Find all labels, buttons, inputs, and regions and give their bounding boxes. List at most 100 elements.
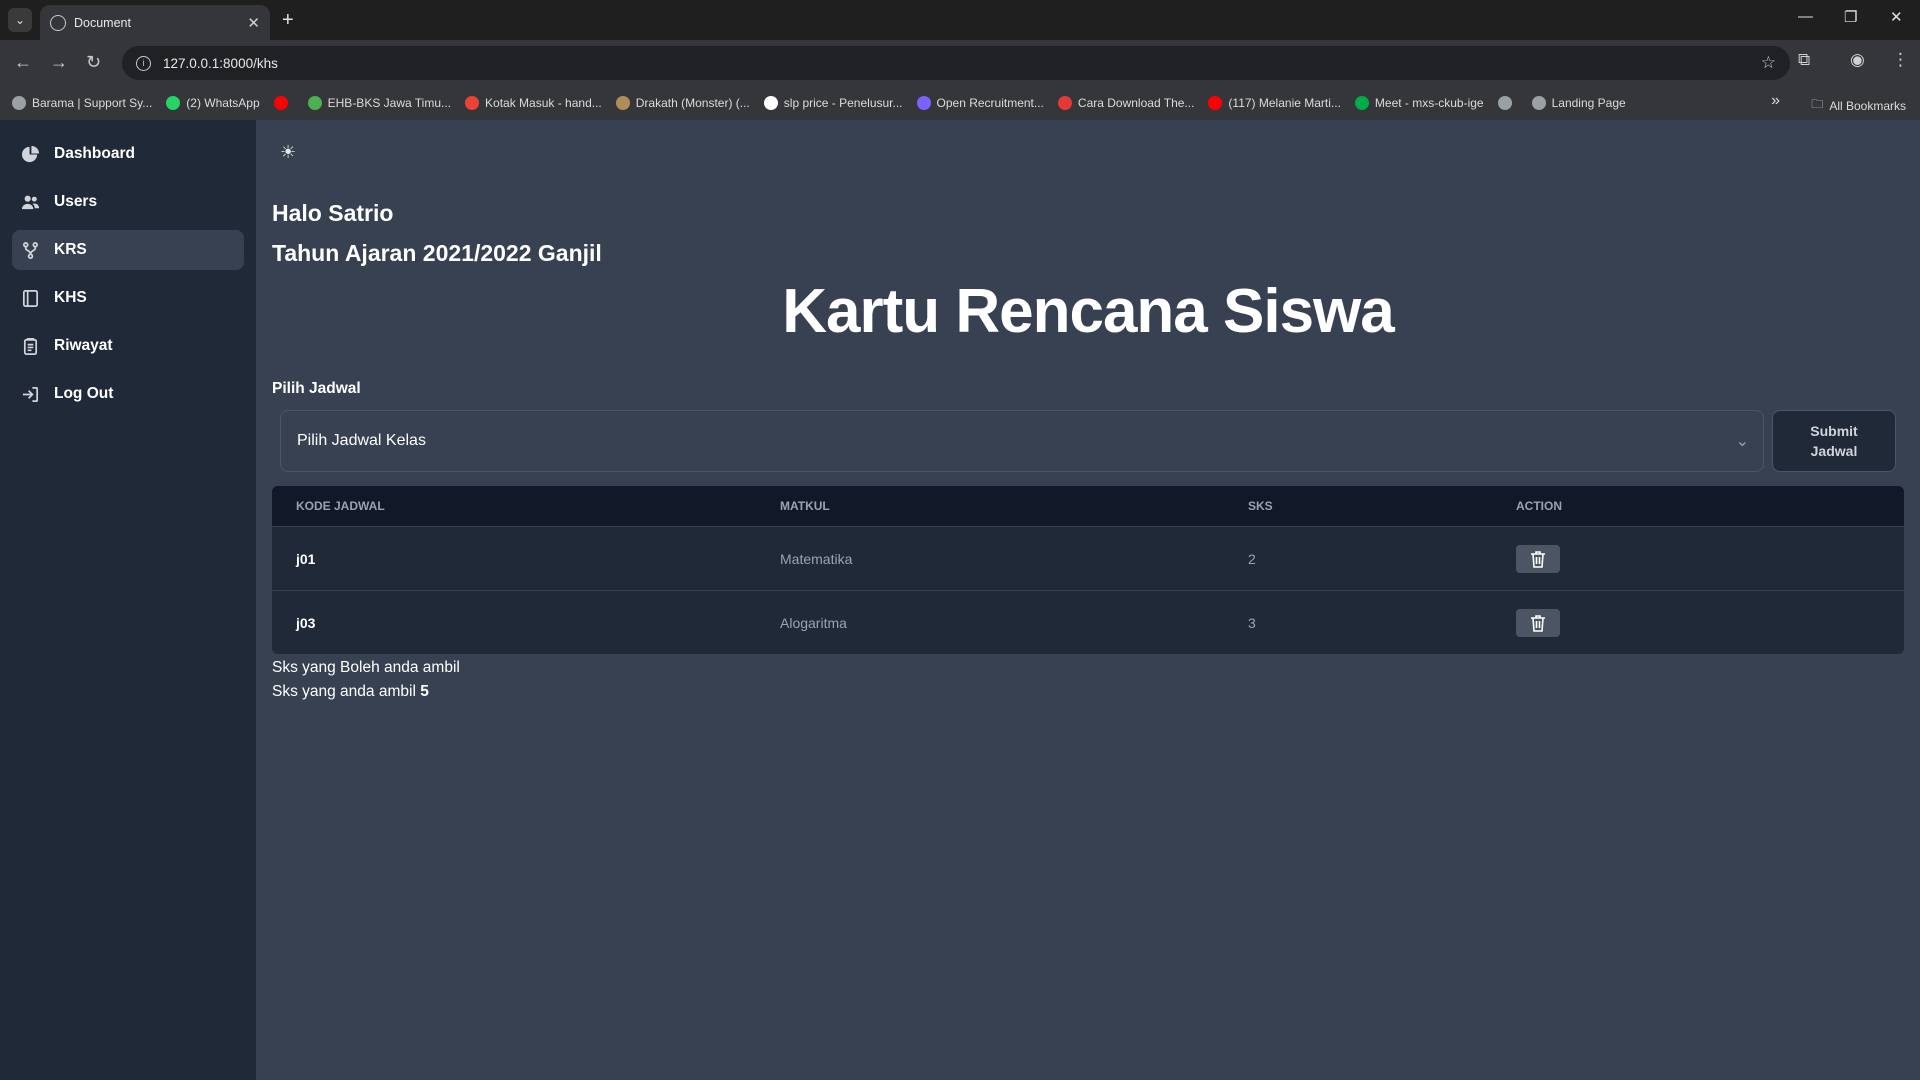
- bookmark-item[interactable]: Kotak Masuk - hand...: [465, 96, 602, 110]
- new-tab-button[interactable]: +: [282, 8, 294, 32]
- bookmark-item[interactable]: EHB-BKS Jawa Timu...: [307, 96, 452, 110]
- bookmark-favicon-icon: [1497, 96, 1512, 110]
- tab-search-button[interactable]: ⌄: [8, 8, 32, 32]
- sks-taken-line: Sks yang anda ambil 5: [272, 680, 460, 704]
- bookmark-favicon-icon: [1057, 96, 1072, 110]
- header-action: ACTION: [1516, 499, 1562, 513]
- bookmark-favicon-icon: [615, 96, 630, 110]
- users-icon: [20, 192, 40, 212]
- delete-button[interactable]: [1516, 608, 1560, 637]
- url-text: 127.0.0.1:8000/khs: [163, 55, 278, 71]
- sidebar-item-krs[interactable]: KRS: [12, 230, 244, 270]
- back-button[interactable]: ←: [14, 52, 32, 72]
- bookmark-item[interactable]: Cara Download The...: [1057, 96, 1195, 110]
- bookmark-favicon-icon: [12, 96, 26, 110]
- profile-icon[interactable]: ◉: [1850, 50, 1865, 70]
- menu-icon[interactable]: ⋮: [1892, 50, 1909, 70]
- bookmark-item[interactable]: Open Recruitment...: [916, 96, 1044, 110]
- minimize-button[interactable]: —: [1798, 8, 1813, 25]
- browser-tab[interactable]: Document ✕: [40, 5, 270, 40]
- bookmark-item[interactable]: Drakath (Monster) (...: [615, 96, 750, 110]
- close-window-button[interactable]: ✕: [1890, 8, 1903, 26]
- sks-info: Sks yang Boleh anda ambil Sks yang anda …: [272, 656, 460, 704]
- sidebar-item-riwayat[interactable]: Riwayat: [12, 326, 244, 366]
- all-bookmarks-label: All Bookmarks: [1829, 98, 1906, 113]
- bookmark-item[interactable]: Landing Page: [1531, 96, 1626, 110]
- folder-icon: 🗀: [1811, 97, 1824, 111]
- bookmark-label: EHB-BKS Jawa Timu...: [327, 96, 452, 110]
- main-content: ☀ Halo Satrio Tahun Ajaran 2021/2022 Gan…: [256, 120, 1920, 1080]
- sks-allowed-text: Sks yang Boleh anda ambil: [272, 659, 460, 676]
- cell-action: [1516, 608, 1904, 637]
- all-bookmarks-button[interactable]: 🗀 All Bookmarks: [1811, 95, 1906, 116]
- bookmark-label: Kotak Masuk - hand...: [485, 96, 602, 110]
- site-info-icon[interactable]: i: [136, 55, 151, 71]
- sidebar-item-dashboard[interactable]: Dashboard: [12, 134, 244, 174]
- bookmark-item[interactable]: Meet - mxs-ckub-ige: [1354, 96, 1484, 110]
- bookmark-label: Landing Page: [1551, 96, 1626, 110]
- bookmark-item[interactable]: (2) WhatsApp: [166, 96, 260, 110]
- sidebar-item-logout[interactable]: Log Out: [12, 374, 244, 414]
- table-row: j03 Alogaritma 3: [272, 590, 1904, 654]
- bookmark-favicon-icon: [916, 96, 931, 110]
- bookmark-item[interactable]: [1497, 96, 1518, 110]
- academic-year: Tahun Ajaran 2021/2022 Ganjil: [272, 240, 602, 266]
- cell-kode: j03: [296, 614, 316, 631]
- bookmark-item[interactable]: Barama | Support Sy...: [12, 96, 152, 110]
- bookmark-item[interactable]: slp price - Penelusur...: [763, 96, 903, 110]
- book-icon: [20, 288, 40, 308]
- page-title: Kartu Rencana Siswa: [782, 277, 1395, 346]
- chevron-down-icon: ⌄: [1735, 433, 1749, 450]
- sun-icon[interactable]: ☀: [280, 142, 296, 163]
- sidebar-item-label: Riwayat: [54, 337, 113, 354]
- close-tab-icon[interactable]: ✕: [247, 14, 260, 32]
- cell-kode: j01: [296, 550, 316, 567]
- schedule-label: Pilih Jadwal: [272, 380, 361, 397]
- cell-matkul: Matematika: [780, 550, 853, 567]
- bookmark-label: Meet - mxs-ckub-ige: [1374, 96, 1484, 110]
- bookmarks-bar: Barama | Support Sy... (2) WhatsApp EHB-BK…: [0, 86, 1920, 120]
- header-matkul: MATKUL: [780, 499, 830, 513]
- bookmark-favicon-icon: [465, 96, 480, 110]
- table-row: j01 Matematika 2: [272, 526, 1904, 590]
- bookmark-star-icon[interactable]: ☆: [1761, 53, 1776, 73]
- bookmark-favicon-icon: [763, 96, 778, 110]
- sidebar-item-khs[interactable]: KHS: [12, 278, 244, 318]
- bookmark-item[interactable]: (117) Melanie Marti...: [1208, 96, 1341, 110]
- forward-button[interactable]: →: [50, 52, 68, 72]
- cell-sks: 3: [1248, 614, 1256, 631]
- branch-icon: [20, 240, 40, 260]
- sidebar-item-label: KHS: [54, 289, 87, 306]
- bookmark-favicon-icon: [273, 96, 288, 110]
- schedule-table: KODE JADWAL MATKUL SKS ACTION j01 Matema…: [272, 486, 1904, 654]
- bookmark-item[interactable]: [273, 96, 294, 110]
- extensions-icon[interactable]: ⧉: [1798, 50, 1810, 70]
- bookmarks-overflow-icon[interactable]: »: [1771, 92, 1780, 110]
- submit-schedule-button[interactable]: Submit Jadwal: [1772, 410, 1896, 472]
- globe-icon: [50, 14, 66, 31]
- bookmark-favicon-icon: [1208, 96, 1223, 110]
- bookmark-label: (2) WhatsApp: [186, 96, 260, 110]
- header-kode-jadwal: KODE JADWAL: [296, 499, 385, 513]
- cell-action: [1516, 544, 1904, 573]
- restore-button[interactable]: ❐: [1844, 8, 1857, 26]
- browser-tabbar: ⌄ Document ✕ + — ❐ ✕: [0, 0, 1920, 40]
- clipboard-icon: [20, 336, 40, 356]
- bookmark-favicon-icon: [1531, 96, 1546, 110]
- bookmark-label: slp price - Penelusur...: [783, 96, 903, 110]
- sidebar-item-label: Dashboard: [54, 145, 135, 162]
- reload-button[interactable]: ↻: [86, 52, 101, 72]
- bookmark-label: Drakath (Monster) (...: [635, 96, 750, 110]
- app-container: Dashboard Users KRS KHS Riwayat Log Out …: [0, 120, 1920, 1080]
- address-bar[interactable]: i 127.0.0.1:8000/khs ☆: [122, 46, 1790, 80]
- schedule-select-value: Pilih Jadwal Kelas: [297, 432, 426, 449]
- sidebar-item-users[interactable]: Users: [12, 182, 244, 222]
- table-header: KODE JADWAL MATKUL SKS ACTION: [272, 486, 1904, 526]
- browser-toolbar: ← → ↻ i 127.0.0.1:8000/khs ☆ ⧉ ◉ ⋮: [0, 40, 1920, 86]
- schedule-select[interactable]: Pilih Jadwal Kelas ⌄: [280, 410, 1764, 472]
- bookmark-label: Barama | Support Sy...: [32, 96, 153, 110]
- cell-matkul: Alogaritma: [780, 614, 847, 631]
- bookmark-label: Cara Download The...: [1077, 96, 1195, 110]
- delete-button[interactable]: [1516, 544, 1560, 573]
- logout-icon: [20, 384, 40, 404]
